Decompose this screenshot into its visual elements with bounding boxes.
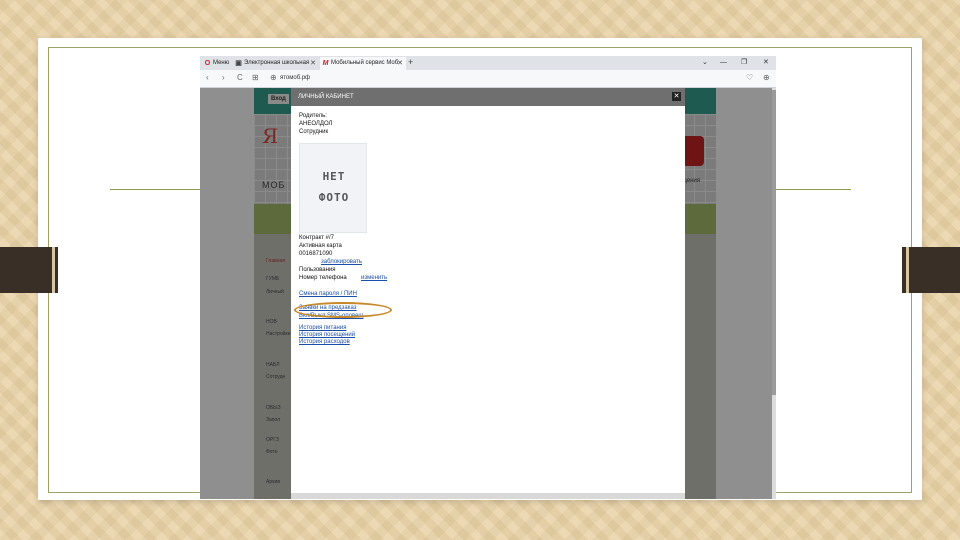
modal-title: ЛИЧНЫЙ КАБИНЕТ [298,94,354,100]
tab-label: Мобильный сервис Моб [331,60,399,66]
card-number: 0016871090 [299,251,333,257]
no-photo-placeholder: НЕТ ФОТО [299,143,367,233]
heart-icon[interactable]: ♡ [746,73,753,83]
sidebar-item[interactable]: НОВ [266,319,277,326]
modal-title-bar: ЛИЧНЫЙ КАБИНЕТ ✕ [291,88,685,106]
tab-label: Меню [213,60,230,66]
block-card-link[interactable]: заблокировать [321,258,362,266]
expense-history-link[interactable]: История расходов [299,338,350,346]
dependants-label: Пользования [299,267,336,273]
change-phone-link[interactable]: изменить [361,274,387,282]
reload-icon[interactable]: C [237,73,243,83]
role-label: Родитель: [299,113,327,119]
minimize-button[interactable]: — [720,56,727,69]
sidebar-item[interactable]: Фото [266,449,278,456]
collapse-icon[interactable]: ⌄ [702,56,708,69]
new-tab-button[interactable]: + [408,56,413,69]
login-button[interactable]: Вход [268,94,289,104]
close-icon[interactable]: ✕ [397,57,403,70]
decor-tab-right [902,247,960,293]
back-icon[interactable]: ‹ [206,73,209,83]
change-password-link[interactable]: Смена пароля / ПИН [299,290,357,298]
navigation-bar: ‹ › C ⊞ ⊕ ятомоб.рф ♡ ⊕ [200,70,776,88]
tab-mobile-service[interactable]: M Мобильный сервис Моб ✕ [320,57,406,70]
m-logo-icon: M [322,60,329,67]
decor-line-left [110,189,200,190]
personal-account-modal: ЛИЧНЫЙ КАБИНЕТ ✕ Родитель: АНЕОЛДОЛ Сотр… [291,88,685,499]
photo-text-line: НЕТ [322,170,346,183]
download-icon[interactable]: ⊕ [763,73,770,83]
photo-text-line: ФОТО [318,191,350,204]
scrollbar-thumb[interactable] [772,90,776,395]
close-icon[interactable]: ✕ [310,57,316,70]
scrollbar[interactable] [772,88,776,499]
sidebar-item[interactable]: ОБЫЗ [266,405,281,412]
tab-label: Электронная школьная [244,60,310,66]
school-icon: ▣ [235,60,242,67]
close-window-button[interactable]: ✕ [763,56,769,69]
role-value: Сотрудник [299,129,329,135]
sidebar-item[interactable]: Главная [266,258,285,265]
tab-bar: O Меню ▣ Электронная школьная ✕ M Мобиль… [200,56,776,70]
decor-tab-left [0,247,58,293]
speed-dial-icon[interactable]: ⊞ [252,73,259,83]
address-bar[interactable]: ятомоб.рф [280,73,310,83]
highlight-oval [294,302,392,318]
sidebar-item[interactable]: ГУМБ [266,276,279,283]
browser-window: O Меню ▣ Электронная школьная ✕ M Мобиль… [200,56,776,499]
page-viewport: Вход Я МОБ щения Главная ГУМБ Личный НОВ… [200,88,772,499]
restore-button[interactable]: ❐ [741,56,747,69]
site-logo-letter: Я [262,124,279,148]
sidebar-item[interactable]: Архив [266,479,280,486]
close-icon[interactable]: ✕ [672,92,681,101]
tab-menu[interactable]: O Меню [202,57,232,70]
user-name: АНЕОЛДОЛ [299,121,333,127]
sidebar-item[interactable]: Настройки [266,331,291,338]
active-card-label: Активная карта [299,243,342,249]
phone-label: Номер телефона [299,275,347,281]
sidebar-item[interactable]: Запол [266,417,280,424]
tab-school[interactable]: ▣ Электронная школьная ✕ [233,57,319,70]
forward-icon[interactable]: › [222,73,225,83]
sidebar-item[interactable]: ОРГЗ [266,437,279,444]
sidebar-item[interactable]: Личный [266,289,284,296]
site-info-icon[interactable]: ⊕ [270,73,277,83]
modal-footer [291,493,685,499]
decor-line-right [776,189,851,190]
site-logo-subtitle: МОБ [262,180,286,190]
contract-label: Контракт #/7 [299,235,335,241]
sidebar-item[interactable]: Сотрудн [266,374,285,381]
opera-icon: O [204,60,211,67]
sidebar-item[interactable]: НАБЛ [266,362,280,369]
